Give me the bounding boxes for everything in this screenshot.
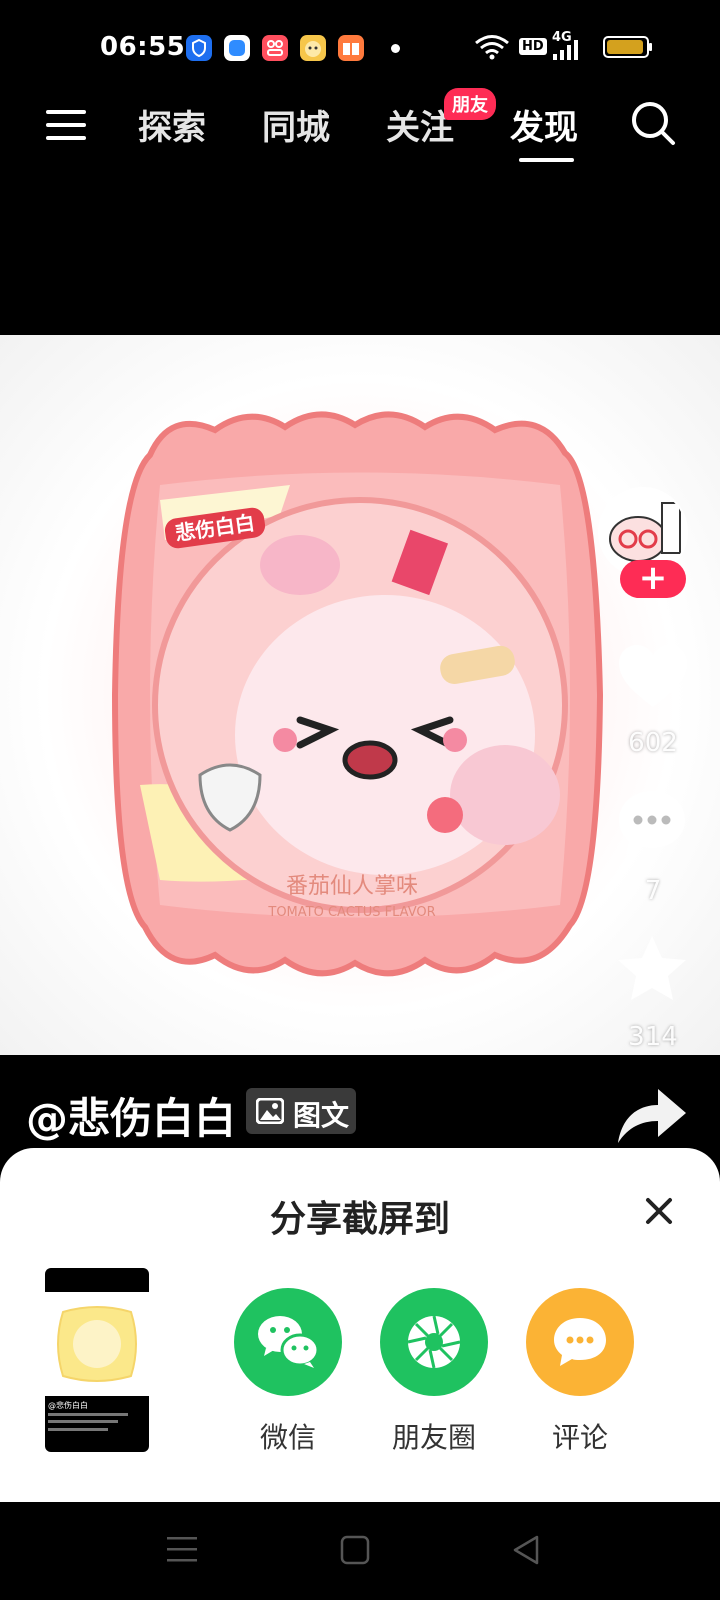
recents-icon[interactable] [167, 1535, 197, 1567]
hd-indicator: HD [519, 38, 547, 55]
follow-button[interactable]: + [620, 560, 686, 598]
tab-explore[interactable]: 探索 [138, 100, 206, 149]
thumbnail-author: @悲伤白白 [48, 1401, 88, 1410]
home-icon[interactable] [340, 1535, 370, 1569]
menu-icon[interactable] [46, 108, 86, 146]
search-icon[interactable] [630, 100, 676, 150]
active-tab-indicator [519, 158, 574, 162]
wechat-icon [258, 1316, 320, 1368]
tab-discover[interactable]: 发现 [510, 100, 578, 149]
moments-shutter-icon [407, 1315, 461, 1369]
favorite-count: 314 [628, 1022, 678, 1052]
comment-share-button[interactable] [526, 1288, 634, 1396]
content-type-label: 图文 [293, 1099, 350, 1132]
red-app-icon [262, 35, 288, 61]
moments-label: 朋友圈 [391, 1421, 476, 1454]
back-icon[interactable] [511, 1534, 541, 1570]
battery-cap [649, 43, 652, 51]
wechat-label: 微信 [259, 1421, 316, 1454]
image-icon [255, 1097, 285, 1128]
post-image[interactable]: 悲伤白白 番茄仙人掌味 TOMATO CACTUS FLAVOR [0, 335, 720, 1055]
star-icon[interactable] [616, 934, 688, 1006]
author-name[interactable]: @悲伤白白 [26, 1085, 236, 1146]
shield-app-icon [186, 35, 212, 61]
image-flavor-text: 番茄仙人掌味 [286, 874, 418, 899]
friends-badge: 朋友 [444, 88, 496, 120]
share-arrow-icon[interactable] [616, 1085, 688, 1149]
tab-local[interactable]: 同城 [262, 100, 330, 149]
battery-icon [603, 36, 649, 58]
wechat-share-button[interactable] [234, 1288, 342, 1396]
heart-icon[interactable] [617, 643, 689, 713]
game-app-icon [300, 35, 326, 61]
status-time: 06:55 [100, 32, 186, 62]
like-count: 602 [628, 728, 678, 758]
close-icon[interactable] [640, 1192, 678, 1230]
share-sheet-title: 分享截屏到 [269, 1199, 450, 1240]
image-flavor-text-en: TOMATO CACTUS FLAVOR [267, 905, 435, 920]
comment-count: 7 [644, 876, 662, 906]
wifi-icon [474, 34, 510, 64]
moments-share-button[interactable] [380, 1288, 488, 1396]
comment-bubble-icon [554, 1318, 606, 1366]
candy-bag-illustration: 悲伤白白 番茄仙人掌味 TOMATO CACTUS FLAVOR [111, 411, 604, 977]
book-app-icon [338, 35, 364, 61]
blue-app-icon [224, 35, 250, 61]
comment-icon[interactable] [616, 788, 688, 860]
signal-icon [553, 40, 583, 64]
notification-dot [391, 44, 400, 53]
comment-label: 评论 [551, 1421, 608, 1454]
screenshot-thumbnail[interactable]: @悲伤白白 [45, 1268, 149, 1452]
